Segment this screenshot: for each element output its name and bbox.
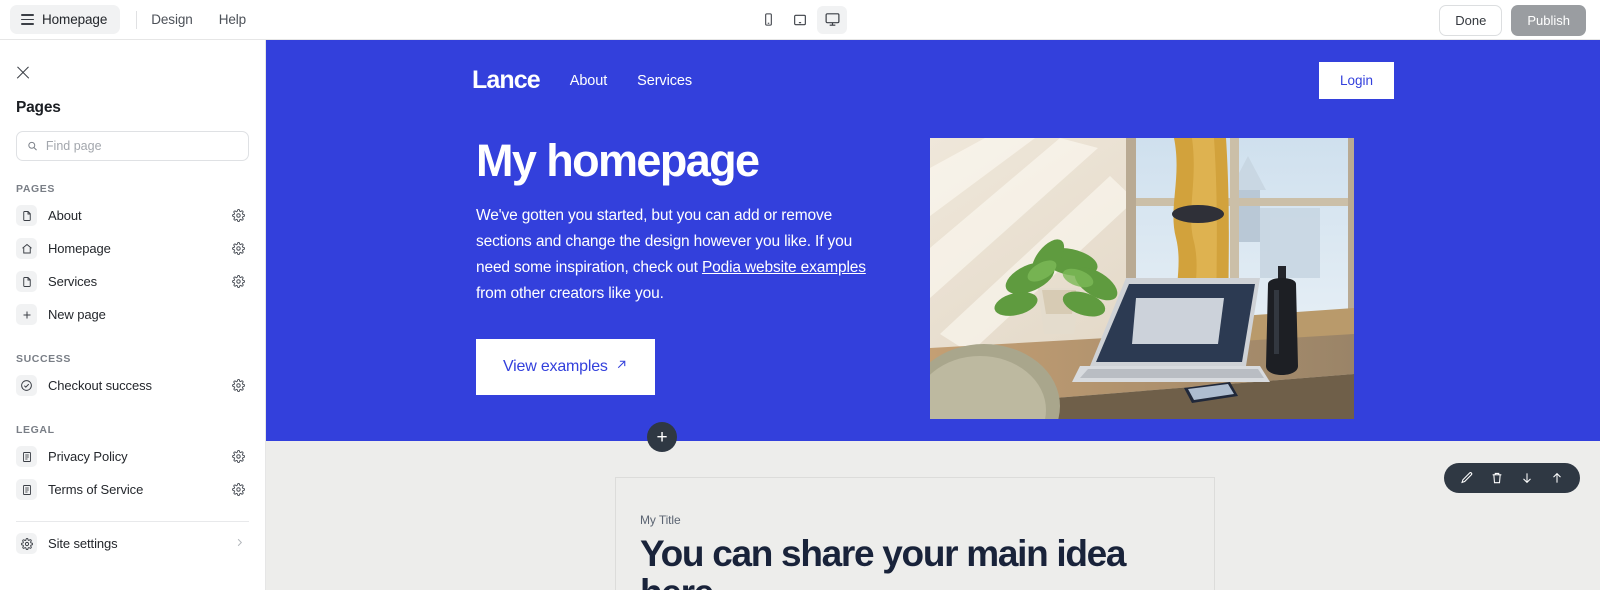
sidebar-item-terms-of-service[interactable]: Terms of Service: [16, 473, 249, 506]
move-down-icon[interactable]: [1520, 471, 1534, 485]
hero-image-illustration: [930, 138, 1354, 419]
file-icon: [16, 205, 37, 226]
site-preview-canvas: Lance About Services Login My homepage W…: [266, 40, 1600, 590]
close-icon[interactable]: [16, 64, 34, 82]
page-settings-gear-icon[interactable]: [232, 379, 245, 392]
hero-image[interactable]: [930, 138, 1354, 419]
site-brand[interactable]: Lance: [472, 66, 541, 95]
hero-paragraph-part2: from other creators like you.: [476, 285, 664, 303]
device-tablet-button[interactable]: [785, 6, 815, 34]
sidebar-title: Pages: [16, 99, 61, 116]
page-settings-gear-icon[interactable]: [232, 483, 245, 496]
plus-icon: [16, 304, 37, 325]
page-search-field[interactable]: [16, 131, 249, 161]
podia-examples-link[interactable]: Podia website examples: [702, 259, 866, 276]
sidebar-item-label: Site settings: [48, 536, 118, 551]
section-toolbar: [1444, 463, 1580, 493]
sidebar-item-checkout-success[interactable]: Checkout success: [16, 369, 249, 402]
hero-heading: My homepage: [476, 135, 760, 186]
lower-section[interactable]: My Title You can share your main idea he…: [266, 441, 1600, 590]
edit-icon[interactable]: [1460, 471, 1474, 485]
sidebar-item-about[interactable]: About: [16, 199, 249, 232]
check-circle-icon: [16, 375, 37, 396]
group-label-pages: PAGES: [16, 183, 55, 195]
page-settings-gear-icon[interactable]: [232, 209, 245, 222]
device-preview-switcher: [753, 5, 847, 34]
add-section-button[interactable]: +: [647, 422, 677, 452]
hero-content: My homepage We've gotten you started, bu…: [476, 135, 888, 396]
topbar-left: Homepage Design Help: [0, 5, 272, 34]
current-page-label: Homepage: [42, 12, 108, 27]
topbar-right: Done Publish: [1439, 0, 1586, 40]
move-up-icon[interactable]: [1550, 471, 1564, 485]
topbar-divider: [136, 10, 138, 29]
page-settings-gear-icon[interactable]: [232, 275, 245, 288]
home-icon: [16, 238, 37, 259]
sidebar-item-privacy-policy[interactable]: Privacy Policy: [16, 440, 249, 473]
device-desktop-button[interactable]: [817, 5, 847, 34]
hamburger-icon: [21, 14, 34, 25]
login-button[interactable]: Login: [1318, 62, 1394, 99]
sidebar-item-label: About: [48, 208, 82, 223]
search-input[interactable]: [45, 139, 238, 153]
view-examples-label: View examples: [503, 358, 608, 376]
sidebar-item-label: Checkout success: [48, 378, 152, 393]
page-settings-gear-icon[interactable]: [232, 450, 245, 463]
pages-sidebar: Pages PAGES About Homepage: [0, 40, 266, 590]
sidebar-item-label: Privacy Policy: [48, 449, 128, 464]
gear-icon: [16, 533, 37, 554]
editor-topbar: Homepage Design Help Done Publish: [0, 0, 1600, 40]
sidebar-item-homepage[interactable]: Homepage: [16, 232, 249, 265]
page-settings-gear-icon[interactable]: [232, 242, 245, 255]
device-mobile-button[interactable]: [753, 6, 783, 34]
arrow-up-right-icon: [615, 358, 628, 376]
delete-icon[interactable]: [1490, 471, 1504, 485]
document-icon: [16, 479, 37, 500]
sidebar-item-services[interactable]: Services: [16, 265, 249, 298]
group-label-legal: LEGAL: [16, 424, 55, 436]
sidebar-item-label: Homepage: [48, 241, 111, 256]
publish-button[interactable]: Publish: [1511, 4, 1586, 36]
document-icon: [16, 446, 37, 467]
site-nav-about[interactable]: About: [570, 73, 608, 89]
sidebar-divider: [16, 521, 249, 522]
view-examples-button[interactable]: View examples: [476, 339, 655, 396]
selected-section-block[interactable]: My Title You can share your main idea he…: [615, 477, 1215, 590]
sidebar-item-label: New page: [48, 307, 106, 322]
topbar-link-help[interactable]: Help: [219, 12, 246, 27]
done-button[interactable]: Done: [1439, 4, 1503, 36]
hero-section[interactable]: Lance About Services Login My homepage W…: [266, 40, 1600, 452]
group-label-success: SUCCESS: [16, 353, 71, 365]
site-nav-services[interactable]: Services: [637, 73, 692, 89]
sidebar-item-new-page[interactable]: New page: [16, 298, 249, 331]
sidebar-item-label: Services: [48, 274, 98, 289]
current-page-chip[interactable]: Homepage: [10, 5, 121, 34]
site-header-nav: Lance About Services Login: [266, 62, 1600, 99]
sidebar-item-site-settings[interactable]: Site settings: [16, 527, 249, 560]
search-icon: [28, 141, 37, 151]
topbar-link-design[interactable]: Design: [151, 12, 193, 27]
hero-paragraph: We've gotten you started, but you can ad…: [476, 203, 888, 307]
chevron-right-icon: [234, 536, 245, 551]
sidebar-item-label: Terms of Service: [48, 482, 144, 497]
section-heading: You can share your main idea here: [640, 533, 1127, 590]
section-eyebrow: My Title: [640, 513, 681, 527]
file-icon: [16, 271, 37, 292]
